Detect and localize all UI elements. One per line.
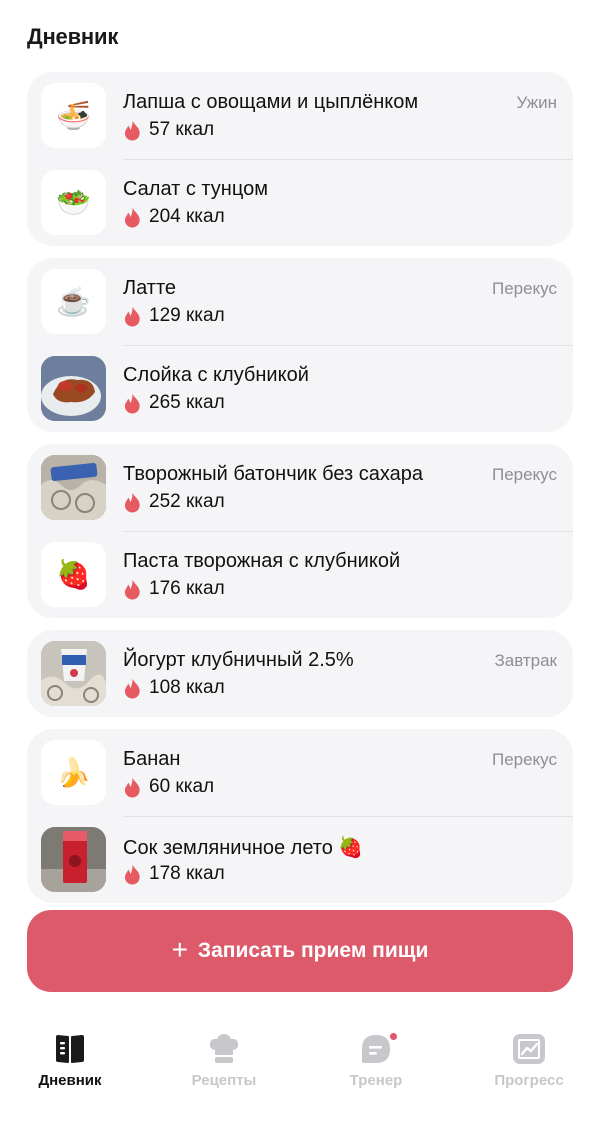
noodle-bowl-icon: 🍜 bbox=[41, 83, 106, 148]
food-name: Творожный батончик без сахара bbox=[123, 463, 423, 485]
notification-badge bbox=[388, 1031, 399, 1042]
book-icon bbox=[56, 1035, 84, 1063]
chef-hat-icon bbox=[209, 1034, 239, 1063]
food-entry-row[interactable]: Сок земляничное лето 🍓 178 ккал bbox=[27, 816, 573, 903]
food-emoji: 🍓 bbox=[56, 558, 91, 590]
calories-line: 204 ккал bbox=[123, 206, 225, 228]
calories-value: 178 ккал bbox=[149, 863, 225, 884]
tab-recipes[interactable]: Рецепты bbox=[149, 1033, 299, 1089]
calories-line: 129 ккал bbox=[123, 305, 225, 327]
meal-group: ☕ Латте 129 ккал Перекус Слойка с клубникой 2… bbox=[27, 258, 573, 432]
meal-type-label: Ужин bbox=[516, 93, 558, 112]
meal-type-label: Перекус bbox=[491, 465, 557, 484]
coffee-cup-icon: ☕ bbox=[41, 269, 106, 334]
food-name: Паста творожная с клубникой bbox=[123, 550, 401, 572]
meal-group: Творожный батончик без сахара 252 ккал Пер… bbox=[27, 444, 573, 618]
flame-icon bbox=[124, 207, 140, 227]
tab-bar: Дневник Рецепты Тренер Прогресс bbox=[0, 1025, 600, 1105]
tab-diary[interactable]: Дневник bbox=[0, 1033, 145, 1089]
tab-coach[interactable]: Тренер bbox=[301, 1031, 451, 1089]
meal-type-label: Перекус bbox=[491, 279, 557, 298]
food-name: Латте bbox=[123, 277, 177, 299]
calories-line: 265 ккал bbox=[123, 392, 225, 414]
calories-value: 129 ккал bbox=[149, 305, 225, 326]
calories-value: 57 ккал bbox=[149, 119, 215, 140]
food-emoji: ☕ bbox=[56, 285, 91, 317]
meal-group: 🍌 Банан 60 ккал Перекус Сок земляничное лето… bbox=[27, 729, 573, 903]
food-name: Сок земляничное лето 🍓 bbox=[123, 837, 364, 859]
food-name: Йогурт клубничный 2.5% bbox=[123, 649, 354, 671]
flame-icon bbox=[124, 492, 140, 512]
flame-icon bbox=[124, 579, 140, 599]
meal-group: Йогурт клубничный 2.5% 108 ккал Завтрак bbox=[27, 630, 573, 717]
food-name: Лапша с овощами и цыплёнком bbox=[123, 91, 419, 113]
calories-line: 176 ккал bbox=[123, 578, 225, 600]
food-entry-row[interactable]: 🍌 Банан 60 ккал Перекус bbox=[27, 729, 573, 816]
meal-type-label: Перекус bbox=[491, 750, 557, 769]
calories-value: 176 ккал bbox=[149, 578, 225, 599]
salad-icon: 🥗 bbox=[41, 170, 106, 235]
calories-line: 108 ккал bbox=[123, 677, 225, 699]
plus-icon: + bbox=[171, 933, 188, 965]
calories-value: 252 ккал bbox=[149, 491, 225, 512]
food-entry-row[interactable]: Йогурт клубничный 2.5% 108 ккал Завтрак bbox=[27, 630, 573, 717]
calories-line: 57 ккал bbox=[123, 119, 214, 141]
flame-icon bbox=[124, 678, 140, 698]
calories-value: 108 ккал bbox=[149, 677, 225, 698]
food-entry-row[interactable]: 🍜 Лапша с овощами и цыплёнком 57 ккал Ужин bbox=[27, 72, 573, 159]
calories-value: 204 ккал bbox=[149, 206, 225, 227]
food-entry-row[interactable]: Творожный батончик без сахара 252 ккал Пер… bbox=[27, 444, 573, 531]
app-root: Дневник 🍜 Лапша с овощами и цыплёнком 57 к… bbox=[0, 0, 600, 1141]
food-emoji: 🥗 bbox=[56, 186, 91, 218]
food-entry-row[interactable]: 🥗 Салат с тунцом 204 ккал bbox=[27, 159, 573, 246]
flame-icon bbox=[124, 306, 140, 326]
tab-progress[interactable]: Прогресс bbox=[454, 1033, 600, 1089]
food-name: Слойка с клубникой bbox=[123, 364, 309, 386]
calories-value: 60 ккал bbox=[149, 776, 215, 797]
tab-label: Дневник bbox=[38, 1072, 102, 1089]
calories-line: 252 ккал bbox=[123, 491, 225, 513]
calories-line: 178 ккал bbox=[123, 863, 225, 885]
food-emoji: 🍌 bbox=[56, 756, 91, 788]
flame-icon bbox=[124, 777, 140, 797]
chart-icon bbox=[513, 1034, 545, 1064]
calories-line: 60 ккал bbox=[123, 776, 214, 798]
page-title: Дневник bbox=[27, 24, 119, 49]
curd-bar-photo bbox=[41, 455, 106, 520]
food-emoji: 🍜 bbox=[56, 99, 91, 131]
flame-icon bbox=[124, 393, 140, 413]
juice-photo bbox=[41, 827, 106, 892]
pastry-photo bbox=[41, 356, 106, 421]
food-name: Банан bbox=[123, 748, 181, 770]
meal-type-label: Завтрак bbox=[494, 651, 557, 670]
yogurt-photo bbox=[41, 641, 106, 706]
food-entry-row[interactable]: Слойка с клубникой 265 ккал bbox=[27, 345, 573, 432]
flame-icon bbox=[124, 864, 140, 884]
banana-icon: 🍌 bbox=[41, 740, 106, 805]
add-meal-button-label: Записать прием пищи bbox=[197, 939, 429, 962]
diary-list: 🍜 Лапша с овощами и цыплёнком 57 ккал Ужин 🥗… bbox=[27, 72, 573, 915]
strawberry-icon: 🍓 bbox=[41, 542, 106, 607]
tab-label: Тренер bbox=[349, 1072, 403, 1089]
flame-icon bbox=[124, 120, 140, 140]
add-meal-button[interactable]: + Записать прием пищи bbox=[27, 910, 573, 992]
food-entry-row[interactable]: 🍓 Паста творожная с клубникой 176 ккал bbox=[27, 531, 573, 618]
meal-group: 🍜 Лапша с овощами и цыплёнком 57 ккал Ужин 🥗… bbox=[27, 72, 573, 246]
food-name: Салат с тунцом bbox=[123, 178, 268, 200]
tab-label: Рецепты bbox=[191, 1072, 257, 1089]
tab-label: Прогресс bbox=[494, 1072, 564, 1089]
food-entry-row[interactable]: ☕ Латте 129 ккал Перекус bbox=[27, 258, 573, 345]
calories-value: 265 ккал bbox=[149, 392, 225, 413]
